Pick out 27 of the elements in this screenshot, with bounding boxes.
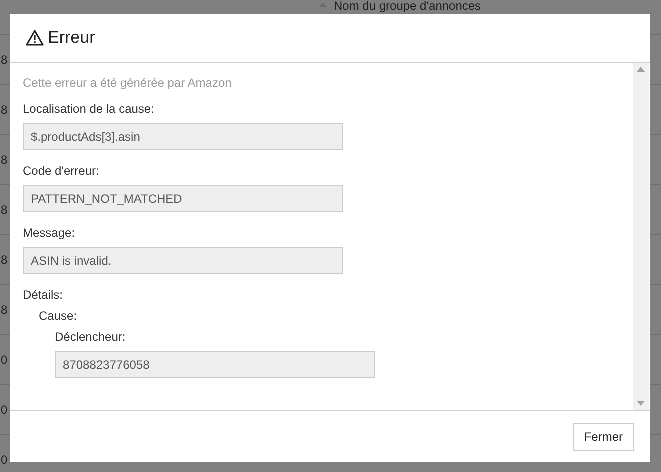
field-label: Cause: xyxy=(39,309,78,323)
table-cell: 8 xyxy=(0,52,8,66)
table-cell: 8 xyxy=(0,202,8,216)
dialog-title: Erreur xyxy=(48,28,96,48)
scroll-up-icon[interactable] xyxy=(637,67,645,72)
field-label: Détails: xyxy=(23,288,64,302)
readonly-field[interactable]: PATTERN_NOT_MATCHED xyxy=(23,185,343,212)
table-cell: 0 xyxy=(0,452,8,466)
field-label: Localisation de la cause: xyxy=(23,102,156,116)
readonly-field[interactable]: ASIN is invalid. xyxy=(23,247,343,274)
readonly-field[interactable]: 8708823776058 xyxy=(55,351,375,378)
scrollbar[interactable] xyxy=(633,63,649,410)
field-label: Déclencheur: xyxy=(55,330,127,344)
field-label: Message: xyxy=(23,226,76,240)
close-button[interactable]: Fermer xyxy=(573,422,634,450)
table-cell: 0 xyxy=(0,402,8,416)
warning-icon xyxy=(26,29,44,47)
table-cell: 8 xyxy=(0,302,8,316)
dialog-subtitle: Cette erreur a été générée par Amazon xyxy=(23,76,233,90)
table-cell: 8 xyxy=(0,152,8,166)
table-cell: 0 xyxy=(0,352,8,366)
scroll-down-icon[interactable] xyxy=(637,401,645,406)
table-cell: 8 xyxy=(0,252,8,266)
field-label: Code d'erreur: xyxy=(23,164,100,178)
readonly-field[interactable]: $.productAds[3].asin xyxy=(23,123,343,150)
table-cell: 8 xyxy=(0,102,8,116)
column-header: Nom du groupe d'annonces xyxy=(334,0,482,13)
